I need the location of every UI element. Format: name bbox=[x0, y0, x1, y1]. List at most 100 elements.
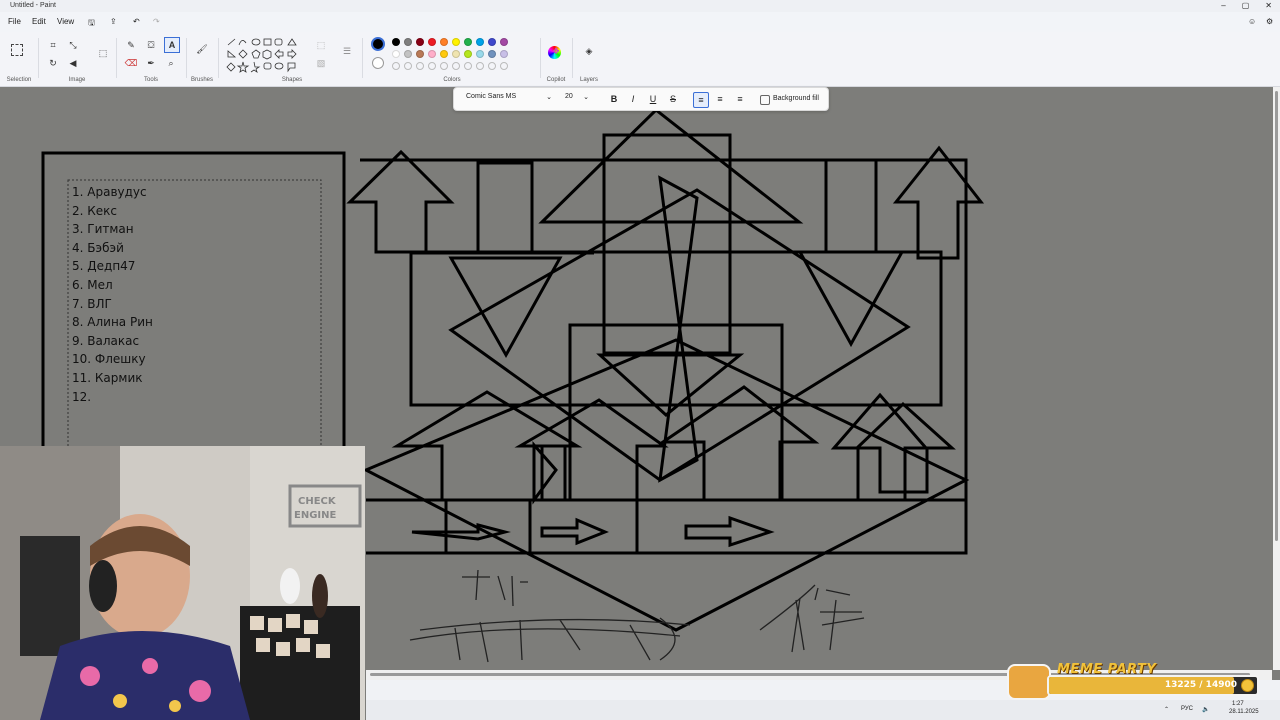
color-swatch[interactable] bbox=[392, 38, 400, 46]
magnifier-icon[interactable]: ⌕ bbox=[164, 56, 178, 70]
background-fill-checkbox[interactable] bbox=[760, 95, 770, 105]
speaker-icon[interactable]: 🔈 bbox=[1202, 706, 1209, 713]
custom-color-slot[interactable] bbox=[416, 62, 424, 70]
color-swatch[interactable] bbox=[440, 50, 448, 58]
primary-color-swatch[interactable] bbox=[371, 37, 385, 51]
color-swatch[interactable] bbox=[452, 50, 460, 58]
image-select-icon[interactable]: ⬚ bbox=[96, 46, 110, 60]
bold-button[interactable]: B bbox=[607, 92, 621, 106]
color-swatch[interactable] bbox=[416, 50, 424, 58]
custom-color-slot[interactable] bbox=[404, 62, 412, 70]
account-icon[interactable]: ☺ bbox=[1248, 17, 1256, 26]
custom-color-slot[interactable] bbox=[488, 62, 496, 70]
color-swatch[interactable] bbox=[416, 38, 424, 46]
list-item: 8. Алина Рин bbox=[72, 315, 153, 330]
align-left-button[interactable]: ≡ bbox=[693, 92, 709, 108]
list-item: 10. Флешку bbox=[72, 352, 146, 367]
font-family-dropdown[interactable]: Comic Sans MS ⌄ bbox=[466, 93, 552, 104]
layers-group: ◈ Layers bbox=[572, 32, 606, 86]
image-label: Image bbox=[68, 77, 86, 83]
shapes-gallery[interactable] bbox=[226, 37, 308, 73]
eraser-icon[interactable]: ⌫ bbox=[124, 56, 138, 70]
resize-icon[interactable]: ⤡ bbox=[66, 38, 80, 52]
tools-group: ✎ ⛋ A ⌫ ✒ ⌕ Tools bbox=[116, 32, 186, 86]
shape-fill-icon[interactable]: ▧ bbox=[314, 56, 328, 70]
secondary-color-swatch[interactable] bbox=[372, 57, 384, 69]
save-icon[interactable]: 🖫 bbox=[88, 17, 95, 31]
color-swatch[interactable] bbox=[452, 38, 460, 46]
custom-color-slot[interactable] bbox=[476, 62, 484, 70]
fill-icon[interactable]: ⛋ bbox=[144, 38, 158, 52]
custom-color-slot[interactable] bbox=[464, 62, 472, 70]
strikethrough-button[interactable]: S bbox=[666, 92, 680, 106]
custom-color-slot[interactable] bbox=[440, 62, 448, 70]
color-swatch[interactable] bbox=[476, 38, 484, 46]
color-swatch[interactable] bbox=[440, 38, 448, 46]
layers-icon[interactable]: ◈ bbox=[582, 44, 596, 58]
webcam-overlay: CHECK ENGINE bbox=[0, 446, 365, 720]
ribbon: Selection ⌗ ⤡ ⬚ ↻ ◀ Image ✎ ⛋ A ⌫ ✒ ⌕ To… bbox=[0, 32, 1280, 87]
custom-color-slot[interactable] bbox=[392, 62, 400, 70]
color-swatch[interactable] bbox=[488, 50, 496, 58]
undo-icon[interactable]: ↶ bbox=[133, 17, 140, 26]
flip-icon[interactable]: ◀ bbox=[66, 56, 80, 70]
selection-label: Selection bbox=[6, 77, 32, 83]
font-size-value: 20 bbox=[565, 93, 573, 100]
share-icon[interactable]: ⇪ bbox=[110, 17, 117, 26]
menu-view[interactable]: View bbox=[57, 17, 74, 26]
outline-icon[interactable]: ⬚ bbox=[314, 38, 328, 52]
scrollbar-thumb[interactable] bbox=[1275, 91, 1278, 541]
font-size-dropdown[interactable]: 20 ⌄ bbox=[565, 93, 589, 104]
text-tool-icon[interactable]: A bbox=[164, 37, 180, 53]
minimize-icon[interactable]: – bbox=[1221, 1, 1225, 10]
crop-icon[interactable]: ⌗ bbox=[46, 38, 60, 52]
doge-avatar bbox=[1007, 664, 1051, 700]
custom-color-slot[interactable] bbox=[500, 62, 508, 70]
window-title: Untitled - Paint bbox=[10, 2, 56, 9]
maximize-icon[interactable]: ▢ bbox=[1242, 1, 1250, 10]
close-icon[interactable]: ✕ bbox=[1265, 1, 1272, 10]
brushes-group: 🖌 Brushes bbox=[186, 32, 218, 86]
webcam-feed: CHECK ENGINE bbox=[0, 446, 365, 720]
custom-color-slot[interactable] bbox=[428, 62, 436, 70]
align-right-button[interactable]: ≡ bbox=[733, 92, 747, 106]
align-center-button[interactable]: ≡ bbox=[713, 92, 727, 106]
color-swatch[interactable] bbox=[500, 50, 508, 58]
underline-button[interactable]: U bbox=[646, 92, 660, 106]
meme-party-progress-bar: 13225 / 14900 bbox=[1047, 675, 1259, 696]
color-swatch[interactable] bbox=[404, 38, 412, 46]
pencil-icon[interactable]: ✎ bbox=[124, 38, 138, 52]
shape-size-icon[interactable]: ☰ bbox=[340, 44, 354, 58]
vertical-scrollbar[interactable] bbox=[1273, 87, 1280, 670]
color-swatch[interactable] bbox=[428, 38, 436, 46]
custom-color-slot[interactable] bbox=[452, 62, 460, 70]
list-item: 11. Кармик bbox=[72, 371, 143, 385]
language-indicator[interactable]: РУС bbox=[1181, 706, 1193, 712]
color-swatch[interactable] bbox=[500, 38, 508, 46]
image-group: ⌗ ⤡ ⬚ ↻ ◀ Image bbox=[38, 32, 116, 86]
menu-file[interactable]: File bbox=[8, 17, 21, 26]
rotate-icon[interactable]: ↻ bbox=[46, 56, 60, 70]
shapes-label: Shapes bbox=[281, 77, 303, 83]
redo-icon[interactable]: ↷ bbox=[153, 17, 160, 26]
tray-chevron-icon[interactable]: ⌃ bbox=[1164, 706, 1169, 713]
selection-icon[interactable] bbox=[11, 44, 23, 56]
color-swatch[interactable] bbox=[464, 50, 472, 58]
coin-icon bbox=[1241, 679, 1254, 692]
color-swatch[interactable] bbox=[488, 38, 496, 46]
color-swatch[interactable] bbox=[404, 50, 412, 58]
brushes-label: Brushes bbox=[190, 77, 213, 83]
color-swatch[interactable] bbox=[392, 50, 400, 58]
list-item: 5. Дедп47 bbox=[72, 259, 136, 274]
settings-icon[interactable]: ⚙ bbox=[1266, 17, 1273, 26]
color-swatch[interactable] bbox=[428, 50, 436, 58]
italic-button[interactable]: I bbox=[626, 92, 640, 106]
brush-icon[interactable]: 🖌 bbox=[195, 42, 209, 56]
copilot-icon[interactable]: ❖ bbox=[549, 44, 563, 58]
color-swatch[interactable] bbox=[464, 38, 472, 46]
color-swatch[interactable] bbox=[476, 50, 484, 58]
menu-edit[interactable]: Edit bbox=[32, 17, 46, 26]
list-item: 2. Кекс bbox=[72, 203, 118, 218]
font-family-value: Comic Sans MS bbox=[466, 93, 517, 100]
color-picker-icon[interactable]: ✒ bbox=[144, 56, 158, 70]
